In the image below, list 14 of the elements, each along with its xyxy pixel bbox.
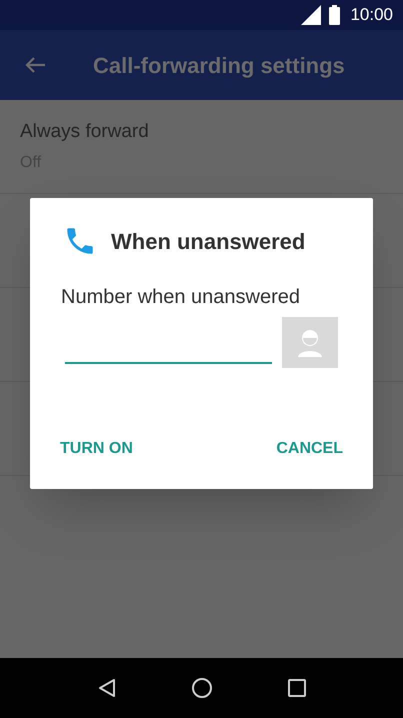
- back-arrow-icon[interactable]: [24, 56, 46, 74]
- back-icon[interactable]: [97, 678, 118, 698]
- setting-title: Always forward: [20, 120, 149, 144]
- recents-icon[interactable]: [288, 679, 306, 697]
- signal-icon: [301, 5, 322, 25]
- person-icon: [297, 328, 323, 356]
- dialog-button[interactable]: TURN ON: [50, 431, 143, 467]
- battery-icon: [329, 5, 340, 25]
- dialog-button[interactable]: CANCEL: [266, 431, 353, 467]
- clock: 10:00: [350, 4, 393, 26]
- home-icon[interactable]: [191, 677, 214, 699]
- screen-title: Call-forwarding settings: [93, 52, 345, 80]
- field-label: Number when unanswered: [61, 285, 302, 310]
- dialog-title: When unanswered: [111, 228, 306, 256]
